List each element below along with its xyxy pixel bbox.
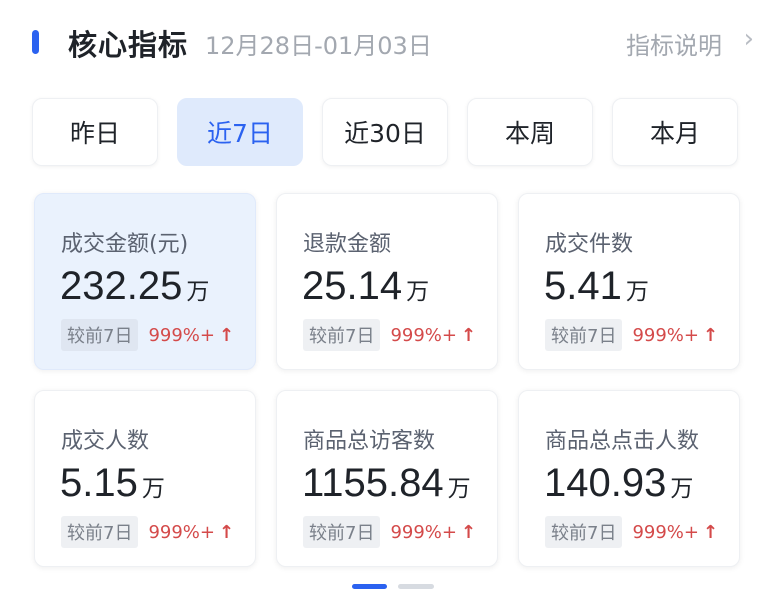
metric-number: 25.14	[302, 264, 403, 308]
period-tabs: 昨日 近7日 近30日 本周 本月	[32, 98, 740, 166]
change-percent: 999%+	[148, 324, 215, 346]
metric-comparison: 较前7日 999%+ ↑	[61, 319, 234, 351]
section-title: 核心指标	[68, 28, 189, 62]
compare-label: 较前7日	[545, 319, 623, 351]
change-percent: 999%+	[632, 324, 699, 346]
metric-comparison: 较前7日 999%+ ↑	[545, 516, 718, 548]
metric-label: 商品总访客数	[303, 429, 436, 454]
arrow-up-icon: ↑	[461, 324, 477, 346]
metric-label: 退款金额	[303, 232, 392, 257]
metric-number: 232.25	[60, 264, 183, 308]
change-percent: 999%+	[390, 324, 457, 346]
metric-comparison: 较前7日 999%+ ↑	[61, 516, 234, 548]
metric-card-refund[interactable]: 退款金额 25.14 万 较前7日 999%+ ↑	[276, 193, 498, 370]
metric-card-visitors[interactable]: 商品总访客数 1155.84 万 较前7日 999%+ ↑	[276, 390, 498, 567]
page-dot-active[interactable]	[352, 584, 387, 589]
metric-value: 25.14 万	[302, 264, 429, 309]
change-percent: 999%+	[148, 521, 215, 543]
metric-number: 1155.84	[302, 461, 444, 505]
chevron-right-icon[interactable]: ›	[744, 24, 754, 54]
tab-this-month[interactable]: 本月	[612, 98, 738, 166]
metric-value: 5.41 万	[544, 264, 649, 309]
compare-label: 较前7日	[303, 516, 381, 548]
metric-unit: 万	[447, 476, 471, 502]
metric-card-buyers[interactable]: 成交人数 5.15 万 较前7日 999%+ ↑	[34, 390, 256, 567]
arrow-up-icon: ↑	[461, 521, 477, 543]
tab-last-30-days[interactable]: 近30日	[322, 98, 448, 166]
metric-number: 5.41	[544, 264, 622, 308]
section-header: 核心指标 12月28日-01月03日 指标说明 ›	[0, 0, 782, 84]
compare-label: 较前7日	[61, 516, 139, 548]
compare-label: 较前7日	[61, 319, 139, 351]
metric-help-link[interactable]: 指标说明	[626, 26, 722, 61]
metric-label: 商品总点击人数	[545, 429, 700, 454]
compare-label: 较前7日	[303, 319, 381, 351]
metric-card-gmv[interactable]: 成交金额(元) 232.25 万 较前7日 999%+ ↑	[34, 193, 256, 370]
tab-yesterday[interactable]: 昨日	[32, 98, 158, 166]
metric-comparison: 较前7日 999%+ ↑	[303, 319, 476, 351]
date-range: 12月28日-01月03日	[205, 32, 432, 60]
metric-value: 140.93 万	[544, 461, 693, 506]
arrow-up-icon: ↑	[219, 324, 235, 346]
metric-unit: 万	[186, 279, 210, 305]
arrow-up-icon: ↑	[703, 324, 719, 346]
metric-unit: 万	[406, 279, 430, 305]
change-percent: 999%+	[390, 521, 457, 543]
change-percent: 999%+	[632, 521, 699, 543]
metric-unit: 万	[670, 476, 694, 502]
compare-label: 较前7日	[545, 516, 623, 548]
metric-card-clickers[interactable]: 商品总点击人数 140.93 万 较前7日 999%+ ↑	[518, 390, 740, 567]
metric-comparison: 较前7日 999%+ ↑	[303, 516, 476, 548]
metric-number: 5.15	[60, 461, 138, 505]
metric-value: 5.15 万	[60, 461, 165, 506]
metric-value: 232.25 万	[60, 264, 209, 309]
metric-unit: 万	[141, 476, 165, 502]
metric-unit: 万	[625, 279, 649, 305]
metric-label: 成交金额(元)	[61, 232, 189, 257]
metric-card-items-sold[interactable]: 成交件数 5.41 万 较前7日 999%+ ↑	[518, 193, 740, 370]
arrow-up-icon: ↑	[219, 521, 235, 543]
arrow-up-icon: ↑	[703, 521, 719, 543]
metric-label: 成交件数	[545, 232, 634, 257]
title-accent-bar	[32, 30, 39, 54]
page-dot[interactable]	[398, 584, 434, 589]
metric-number: 140.93	[544, 461, 667, 505]
metric-comparison: 较前7日 999%+ ↑	[545, 319, 718, 351]
page-indicator	[0, 584, 782, 590]
tab-this-week[interactable]: 本周	[467, 98, 593, 166]
metric-label: 成交人数	[61, 429, 150, 454]
tab-last-7-days[interactable]: 近7日	[177, 98, 303, 166]
metric-value: 1155.84 万	[302, 461, 471, 506]
